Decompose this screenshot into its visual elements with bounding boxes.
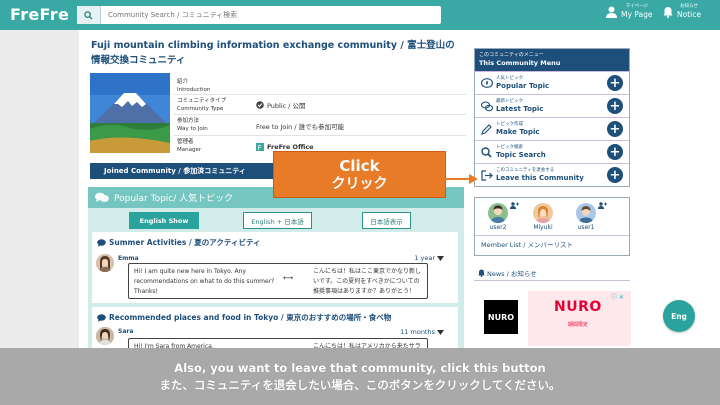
avatar[interactable] xyxy=(96,327,114,345)
ad-logo-box[interactable]: NURO xyxy=(484,300,518,334)
divider xyxy=(475,235,629,236)
exit-icon xyxy=(480,169,493,182)
user-icon xyxy=(606,6,617,18)
click-callout: Click クリック xyxy=(273,151,446,198)
notice-label: Notice xyxy=(677,10,701,19)
caption-en: Also, you want to leave that community, … xyxy=(174,360,546,375)
leave-community-button[interactable]: + xyxy=(607,167,623,183)
avatar xyxy=(576,203,596,223)
mypage-link[interactable]: マイページ My Page xyxy=(606,4,652,20)
info-row-way-to-join: 参加方法 Way to Join Free to Join / 誰でも参加可能 xyxy=(174,115,466,136)
chat-icon xyxy=(97,238,106,247)
community-title: Fuji mountain climbing information excha… xyxy=(91,40,455,66)
callout-arrow-icon xyxy=(440,174,478,184)
search-icon xyxy=(480,146,493,159)
ad-choices-icon[interactable]: ⓘ ✕ xyxy=(611,292,624,301)
member-user2[interactable]: user2 xyxy=(485,203,511,231)
members-box: user2 Miyuki user1 Member List / メンバーリスト xyxy=(474,197,630,256)
user-photo xyxy=(96,327,114,345)
manager-link[interactable]: F FreFre Office xyxy=(256,143,314,151)
community-info-table: 紹介 Introduction コミュニティタイプ Community Type P… xyxy=(174,76,466,157)
info-label: 参加方法 Way to Join xyxy=(177,118,208,132)
info-row-introduction: 紹介 Introduction xyxy=(174,76,466,95)
check-circle-icon xyxy=(256,101,264,109)
plus-icon[interactable]: + xyxy=(607,75,623,91)
bell-icon xyxy=(663,7,673,18)
topic-card[interactable]: Recommended places and food in Tokyo / 東… xyxy=(92,307,458,360)
pencil-icon xyxy=(480,123,493,136)
ad-banner-sub: 期間限定 xyxy=(568,322,589,328)
search-box xyxy=(77,6,441,24)
menu-item-popular-topic[interactable]: 人気トピック Popular Topic + xyxy=(475,71,629,94)
post-username[interactable]: Sara xyxy=(118,328,133,335)
fire-chat-icon xyxy=(480,77,493,90)
news-link[interactable]: News / お知らせ xyxy=(478,268,537,278)
post-time: 11 months xyxy=(400,328,444,336)
add-user-icon[interactable] xyxy=(510,202,519,209)
top-navigation-bar: FreFre マイページ My Page お知らせ Notice xyxy=(0,0,720,30)
mypage-label: My Page xyxy=(621,10,653,19)
tutorial-caption: Also, you want to leave that community, … xyxy=(0,348,720,405)
info-label: 紹介 Introduction xyxy=(177,79,211,93)
member-list-link[interactable]: Member List / メンバーリスト xyxy=(481,239,573,249)
community-search-input[interactable] xyxy=(101,6,441,24)
svg-text:F: F xyxy=(258,144,262,151)
bell-icon xyxy=(478,269,485,277)
post-text-ja: こんにちは！私はここ東京でかなり新しいです。この夏何をすべきかについての推奨事項… xyxy=(313,268,422,295)
caption-ja: また、コミュニティを退会したい場合、このボタンをクリックしてください。 xyxy=(159,377,561,392)
post-text-en: Hi! I am quite new here in Tokyo. Any re… xyxy=(134,268,275,295)
info-value: Free to Join / 誰でも参加可能 xyxy=(256,123,345,131)
search-button[interactable] xyxy=(77,6,101,24)
post-time: 1 year xyxy=(414,254,444,262)
menu-item-latest-topic[interactable]: 最新トピック Latest Topic + xyxy=(475,94,629,117)
chat-bubbles-icon xyxy=(480,100,493,113)
plus-icon[interactable]: + xyxy=(607,98,623,114)
info-label: 管理者 Manager xyxy=(177,139,202,153)
plus-icon[interactable]: + xyxy=(607,144,623,160)
add-user-icon[interactable] xyxy=(598,202,607,209)
notice-link[interactable]: お知らせ Notice xyxy=(663,4,701,20)
avatar xyxy=(488,203,508,223)
search-icon xyxy=(84,10,93,20)
japanese-show-button[interactable]: 日本語表示 xyxy=(362,212,411,229)
callout-ja: クリック xyxy=(331,175,388,192)
community-menu: このコミュニティのメニュー This Community Menu 人気トピック… xyxy=(474,48,630,187)
avatar[interactable] xyxy=(96,254,114,272)
translate-arrow-icon: ⟷ xyxy=(283,274,294,282)
chat-icon xyxy=(97,313,106,322)
member-user1[interactable]: user1 xyxy=(573,203,599,231)
community-menu-header: このコミュニティのメニュー This Community Menu xyxy=(475,49,629,71)
post-username[interactable]: Emma xyxy=(118,255,139,262)
topic-title[interactable]: Recommended places and food in Tokyo / 東… xyxy=(97,312,391,323)
user-photo xyxy=(96,254,114,272)
caret-down-icon xyxy=(437,255,444,261)
divider xyxy=(474,280,630,281)
topic-title[interactable]: Summer Activities / 夏のアクティビティ xyxy=(97,237,261,248)
ad-banner-logo: NURO xyxy=(554,299,602,315)
chat-bubbles-icon xyxy=(95,192,109,202)
english-show-button[interactable]: English Show xyxy=(129,212,199,229)
avatar xyxy=(533,203,553,223)
plus-icon[interactable]: + xyxy=(607,121,623,137)
caret-down-icon xyxy=(437,329,444,335)
info-value: Public / 公開 xyxy=(256,100,306,110)
topic-card[interactable]: Summer Activities / 夏のアクティビティ Emma 1 yea… xyxy=(92,232,458,303)
popular-topic-heading: Popular Topic/ 人気トピック xyxy=(114,194,234,204)
site-logo[interactable]: FreFre xyxy=(10,5,69,24)
community-cover-image xyxy=(90,73,170,153)
menu-item-make-topic[interactable]: トピック作成 Make Topic + xyxy=(475,117,629,140)
menu-item-leave-community[interactable]: このコミュニティを退会する Leave this Community + xyxy=(475,163,629,186)
menu-item-topic-search[interactable]: トピック検索 Topic Search + xyxy=(475,140,629,163)
callout-en: Click xyxy=(339,156,380,175)
english-japanese-button[interactable]: English + 日本語 xyxy=(243,212,312,229)
office-logo-icon: F xyxy=(256,143,264,151)
info-row-community-type: コミュニティタイプ Community Type Public / 公開 xyxy=(174,95,466,115)
member-miyuki[interactable]: Miyuki xyxy=(530,203,556,231)
info-label: コミュニティタイプ Community Type xyxy=(177,98,227,112)
joined-community-button[interactable]: Joined Community / 参加済コミュニティ xyxy=(90,163,278,179)
language-toggle-button[interactable]: Eng xyxy=(663,300,695,332)
post-bubble: Hi! I am quite new here in Tokyo. Any re… xyxy=(128,263,428,299)
